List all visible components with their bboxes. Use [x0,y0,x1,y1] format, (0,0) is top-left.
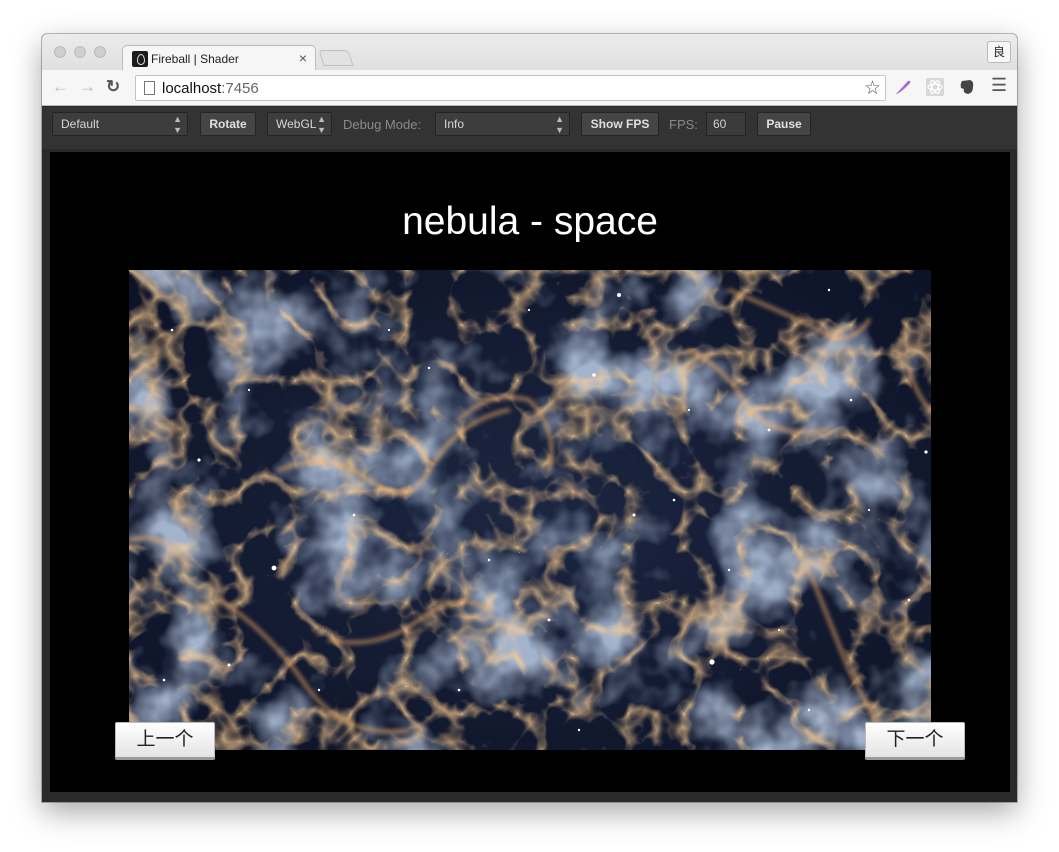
renderer-select-value: WebGL [276,117,317,131]
evernote-extension-icon[interactable] [958,78,976,101]
show-fps-button[interactable]: Show FPS [581,112,659,136]
fps-label: FPS: [669,117,698,132]
select-arrows-icon: ▲ ▼ [173,114,182,135]
feather-extension-icon[interactable] [894,78,912,101]
previous-button[interactable]: 上一个 [115,722,215,760]
tab-title: Fireball | Shader [151,52,239,66]
title-bar: Fireball | Shader × 良 [42,34,1017,71]
rotate-button[interactable]: Rotate [200,112,256,136]
browser-window: Fireball | Shader × 良 ← → ↻ localhost:74… [42,34,1017,802]
select-arrows-icon: ▲ ▼ [317,114,326,135]
fps-input[interactable]: 60 [706,112,746,136]
profile-button[interactable]: 良 [987,41,1011,63]
scene-select-value: Default [61,117,100,131]
back-arrow-icon[interactable]: ← [52,77,69,97]
close-window-button[interactable] [54,46,66,58]
scene-title: nebula - space [402,200,658,243]
browser-tab[interactable]: Fireball | Shader × [122,45,316,71]
app-toolbar: Default ▲ ▼ Rotate WebGL ▲ ▼ Debug Mode: I… [42,107,1017,149]
nebula-shader-image [129,270,931,750]
forward-arrow-icon[interactable]: → [79,77,96,97]
bookmark-star-icon[interactable]: ☆ [864,77,881,100]
reload-icon[interactable]: ↻ [106,77,120,97]
tab-close-icon[interactable]: × [299,50,307,66]
debug-mode-label: Debug Mode: [343,117,422,132]
react-extension-icon[interactable] [926,78,944,101]
game-canvas[interactable]: nebula - space 上一个 下一个 [50,152,1010,792]
renderer-select[interactable]: WebGL ▲ ▼ [267,112,332,136]
next-button[interactable]: 下一个 [865,722,965,760]
page-icon [144,81,155,95]
maximize-window-button[interactable] [94,46,106,58]
debug-mode-select[interactable]: Info ▲ ▼ [435,112,570,136]
address-bar[interactable]: localhost:7456 ☆ [135,75,886,101]
pause-button[interactable]: Pause [757,112,811,136]
debug-mode-select-value: Info [444,117,465,131]
select-arrows-icon: ▲ ▼ [555,114,564,135]
url-text: localhost:7456 [162,80,259,97]
new-tab-button[interactable] [318,50,354,66]
scene-select[interactable]: Default ▲ ▼ [52,112,188,136]
hamburger-menu-icon[interactable]: ☰ [991,76,1007,94]
fireball-favicon-icon [132,51,148,67]
minimize-window-button[interactable] [74,46,86,58]
browser-toolbar: ← → ↻ localhost:7456 ☆ ☰ [42,70,1017,106]
